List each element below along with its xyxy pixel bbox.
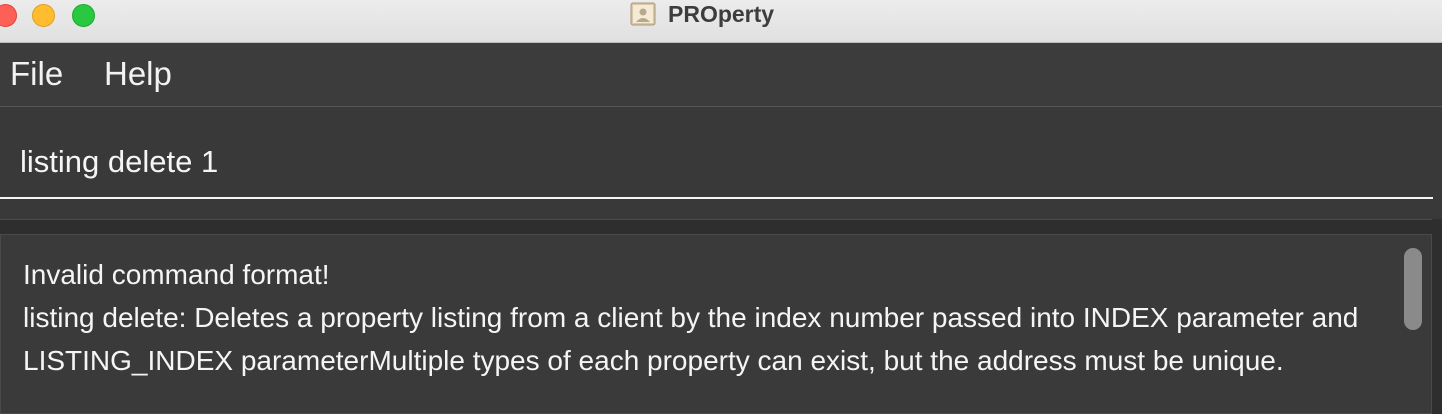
command-input[interactable] bbox=[0, 127, 1433, 199]
minimize-window-button[interactable] bbox=[32, 4, 55, 27]
close-window-button[interactable] bbox=[0, 4, 17, 27]
result-scrollbar[interactable] bbox=[1404, 248, 1422, 330]
window-edge bbox=[1432, 219, 1442, 414]
window-title: PROperty bbox=[668, 0, 775, 27]
result-message: Invalid command format! listing delete: … bbox=[23, 259, 1359, 376]
contacts-book-icon bbox=[630, 2, 656, 26]
command-box bbox=[0, 107, 1442, 219]
menu-help[interactable]: Help bbox=[104, 55, 172, 93]
pane-divider bbox=[0, 219, 1442, 234]
menu-file[interactable]: File bbox=[10, 55, 63, 93]
result-display[interactable]: Invalid command format! listing delete: … bbox=[0, 234, 1432, 414]
title-bar[interactable]: PROperty bbox=[0, 0, 1442, 43]
app-window: PROperty File Help Invalid command forma… bbox=[0, 0, 1442, 414]
window-title-group: PROperty bbox=[630, 0, 774, 28]
zoom-window-button[interactable] bbox=[72, 4, 95, 27]
menu-bar: File Help bbox=[0, 43, 1442, 107]
